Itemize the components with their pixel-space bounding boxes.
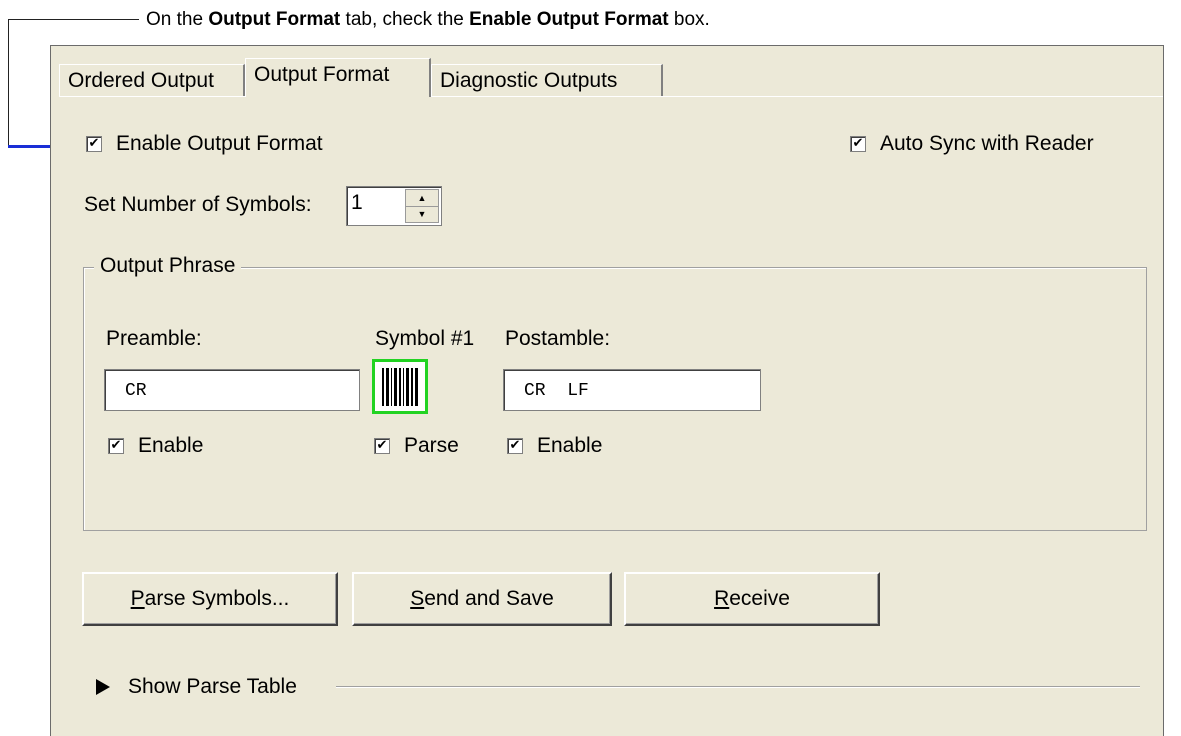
- instruction-callout: On the Output Format tab, check the Enab…: [146, 8, 710, 32]
- parse-symbols-button[interactable]: Parse Symbols...: [82, 572, 338, 626]
- send-and-save-button[interactable]: Send and Save: [352, 572, 612, 626]
- postamble-enable-checkbox[interactable]: ✔ Enable: [507, 434, 602, 458]
- enable-output-format-checkbox[interactable]: ✔ Enable Output Format: [86, 132, 323, 156]
- symbol-label: Symbol #1: [375, 327, 475, 350]
- spin-down-icon[interactable]: ▼: [406, 206, 438, 222]
- number-of-symbols-stepper[interactable]: 1 ▲ ▼: [346, 186, 442, 226]
- receive-label: eceive: [729, 587, 790, 610]
- callout-leader-line-vertical: [8, 19, 9, 146]
- postamble-field[interactable]: CR LF: [503, 369, 761, 411]
- preamble-enable-checkbox[interactable]: ✔ Enable: [108, 434, 203, 458]
- receive-accel: R: [714, 587, 730, 610]
- tab-output-format[interactable]: Output Format: [245, 58, 431, 97]
- tab-panel-border: [59, 96, 1163, 97]
- checkmark-icon[interactable]: ✔: [86, 136, 102, 152]
- checkmark-icon[interactable]: ✔: [507, 438, 523, 454]
- checkmark-icon[interactable]: ✔: [850, 136, 866, 152]
- show-parse-divider: [336, 686, 1140, 687]
- tab-diagnostic-outputs[interactable]: Diagnostic Outputs: [431, 64, 663, 96]
- parse-symbols-accel: P: [130, 587, 145, 610]
- expand-arrow-icon[interactable]: [96, 679, 110, 695]
- barcode-icon: [382, 367, 418, 406]
- receive-button[interactable]: Receive: [624, 572, 880, 626]
- callout-text-middle: tab, check the: [340, 9, 470, 30]
- postamble-enable-label: Enable: [537, 434, 603, 457]
- callout-bold-checkbox: Enable Output Format: [469, 9, 669, 30]
- symbol-parse-checkbox[interactable]: ✔ Parse: [374, 434, 459, 458]
- spin-up-icon[interactable]: ▲: [406, 190, 438, 207]
- callout-bold-tab: Output Format: [208, 9, 341, 30]
- symbol-parse-label: Parse: [404, 434, 459, 457]
- show-parse-table-toggle[interactable]: Show Parse Table: [96, 675, 297, 699]
- parse-symbols-label: arse Symbols...: [144, 587, 290, 610]
- callout-leader-line: [8, 19, 139, 20]
- enable-output-format-label: Enable Output Format: [116, 132, 323, 155]
- callout-text-before: On the: [146, 9, 209, 30]
- preamble-enable-label: Enable: [138, 434, 204, 457]
- auto-sync-label: Auto Sync with Reader: [880, 132, 1094, 155]
- number-of-symbols-label: Set Number of Symbols:: [84, 193, 312, 216]
- postamble-label: Postamble:: [505, 327, 611, 350]
- number-of-symbols-value[interactable]: 1: [351, 191, 363, 215]
- send-and-save-accel: S: [410, 587, 425, 610]
- preamble-label: Preamble:: [106, 327, 202, 350]
- symbol-barcode-icon[interactable]: [372, 359, 428, 414]
- checkmark-icon[interactable]: ✔: [108, 438, 124, 454]
- auto-sync-checkbox[interactable]: ✔ Auto Sync with Reader: [850, 132, 1094, 156]
- show-parse-table-label: Show Parse Table: [128, 675, 297, 698]
- send-and-save-label: end and Save: [424, 587, 554, 610]
- tab-ordered-output[interactable]: Ordered Output: [59, 64, 245, 96]
- checkmark-icon[interactable]: ✔: [374, 438, 390, 454]
- callout-text-after: box.: [668, 9, 710, 30]
- preamble-field[interactable]: CR: [104, 369, 360, 411]
- spinner-buttons[interactable]: ▲ ▼: [405, 189, 439, 223]
- output-phrase-title: Output Phrase: [94, 254, 242, 278]
